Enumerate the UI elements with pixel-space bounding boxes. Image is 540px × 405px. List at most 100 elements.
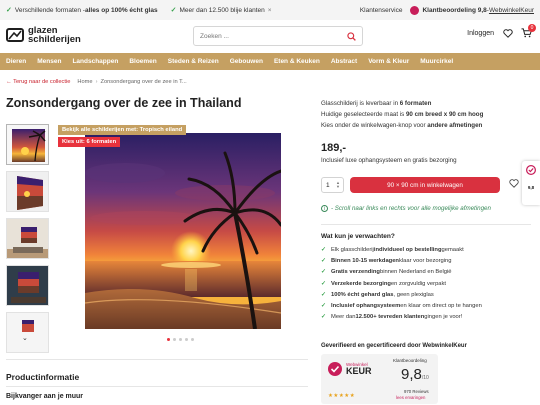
check-icon: ✓ (321, 303, 326, 310)
list-item-post: klaar voor bezorging (398, 257, 452, 264)
check-icon: ✓ (321, 269, 326, 276)
add-to-cart-button[interactable]: 90 × 90 cm in winkelwagen (350, 177, 500, 193)
list-item-post: binnen Nederland en België (379, 269, 452, 276)
usp-customers: ✓ Meer dan 12.500 blije klanten × (170, 6, 272, 15)
product-image[interactable] (85, 133, 281, 329)
star-rating-icon: ★★★★★ (328, 393, 356, 399)
format-line1-text: Glasschilderij is leverbaar in (321, 100, 400, 107)
thumbnail[interactable] (6, 124, 49, 165)
cart-button[interactable]: 0 (521, 24, 536, 38)
list-item-bold: individueel op bestelling (373, 246, 442, 253)
check-icon: ✓ (170, 7, 177, 14)
carousel-dot[interactable] (173, 338, 176, 341)
info-icon: i (321, 205, 328, 212)
carousel-dot[interactable] (167, 338, 170, 341)
product-info-heading[interactable]: Productinformatie (6, 372, 79, 382)
list-item-bold: 12.500+ tevreden klanten (355, 314, 425, 321)
heart-icon[interactable] (503, 28, 513, 38)
check-icon: ✓ (321, 257, 326, 264)
list-item-bold: 100% écht gehard glas (331, 291, 394, 298)
nav-item-steden-reizen[interactable]: Steden & Reizen (168, 58, 219, 65)
back-label: Terug naar de collectie (13, 79, 71, 85)
page-title: Zonsondergang over de zee in Thailand (6, 96, 242, 110)
webwinkelkeur-side-widget[interactable]: 9,8 (522, 161, 540, 205)
format-line3-text: Kies onder de winkelwagen-knop voor (321, 122, 428, 129)
nav-item-abstract[interactable]: Abstract (331, 58, 357, 65)
format-line1-bold: 6 formaten (399, 100, 432, 107)
webwinkelkeur-link[interactable]: WebwinkelKeur (489, 7, 534, 14)
nav-item-eten-keuken[interactable]: Eten & Keuken (274, 58, 320, 65)
wishlist-heart-icon[interactable] (509, 179, 519, 188)
carousel-dot[interactable] (179, 338, 182, 341)
search-icon[interactable] (347, 31, 356, 41)
certification-heading: Geverifieerd en gecertificeerd door Webw… (321, 343, 467, 349)
divider (6, 386, 308, 387)
back-to-collection-link[interactable]: ← Terug naar de collectie (6, 79, 70, 85)
list-item: ✓ Meer dan 12.500+ tevreden klanten ginge… (321, 312, 482, 323)
webwinkelkeur-logo: Webwinkel KEUR (327, 361, 372, 377)
logo-line2: schilderijen (28, 34, 81, 45)
site-header: glazen schilderijen Inloggen 0 (0, 20, 540, 52)
nav-item-bloemen[interactable]: Bloemen (129, 58, 156, 65)
collection-chip[interactable]: Bekijk alle schilderijen met: Tropisch e… (58, 125, 187, 135)
keur-brand-big: KEUR (346, 366, 372, 376)
nav-item-mensen[interactable]: Mensen (37, 58, 61, 65)
login-link[interactable]: Inloggen (467, 30, 494, 37)
rating-label: Klantbeoordeling 9,8 (422, 6, 487, 14)
list-item-post: gingen je voor! (424, 314, 463, 321)
side-widget-score: 9,8 (527, 185, 535, 190)
breadcrumb-home[interactable]: Home (77, 79, 92, 85)
thumbnail[interactable] (6, 218, 49, 259)
breadcrumb-current: Zonsondergang over de zee in T... (100, 79, 187, 85)
check-icon: ✓ (6, 7, 12, 14)
nav-item-dieren[interactable]: Dieren (6, 58, 26, 65)
webwinkelkeur-icon (410, 5, 420, 15)
list-item-post: en zorgvuldig verpakt (390, 280, 447, 287)
nav-item-muurcirkel[interactable]: Muurcirkel (420, 58, 453, 65)
product-info-subheading: Bijkvanger aan je muur (6, 393, 84, 400)
carousel-dot[interactable] (185, 338, 188, 341)
product-price: 189,- (321, 142, 347, 154)
search-bar[interactable] (193, 26, 363, 46)
list-item-post: gemaakt (441, 246, 464, 253)
divider (6, 359, 308, 360)
webwinkelkeur-widget[interactable]: Webwinkel KEUR ★★★★★ Klantbeoordeling 9,… (321, 354, 438, 404)
format-line2-bold: 90 cm breed x 90 cm hoog (405, 111, 484, 118)
keur-score-max: /10 (421, 375, 429, 381)
search-input[interactable] (200, 32, 347, 40)
nav-item-vorm-kleur[interactable]: Vorm & Kleur (368, 58, 409, 65)
breadcrumb-chevron-icon: › (95, 79, 98, 85)
format-line2-text: Huidige geselecteerde maat is (321, 111, 406, 118)
usp-formats-bold: alles op 100% écht glas (84, 6, 158, 14)
scroll-note-text: - Scroll naar links en rechts voor alle … (331, 205, 491, 212)
expectations-heading: Wat kun je verwachten? (321, 233, 395, 240)
check-icon: ✓ (321, 246, 326, 253)
quantity-select[interactable]: 1 ▲ ▼ (321, 177, 344, 193)
keur-reviews-link[interactable]: lees ervaringen (396, 395, 425, 400)
list-item-bold: Gratis verzending (331, 269, 380, 276)
thumbnail[interactable] (6, 312, 49, 353)
thumbnail[interactable] (6, 171, 49, 212)
usp-formats-text: Verschillende formaten - (14, 6, 85, 14)
list-item-post: en klaar om direct op te hangen (400, 303, 482, 310)
customer-service-link[interactable]: Klantenservice (360, 7, 403, 14)
nav-item-gebouwen[interactable]: Gebouwen (230, 58, 263, 65)
close-icon[interactable]: × (268, 7, 272, 14)
formats-chip[interactable]: Kies uit: 6 formaten (58, 137, 121, 147)
chevron-down-icon[interactable]: ⌄ (22, 334, 28, 342)
keur-badge-icon (328, 362, 342, 376)
thumbnail[interactable] (6, 265, 49, 306)
nav-item-landschappen[interactable]: Landschappen (72, 58, 118, 65)
top-usp-bar: ✓ Verschillende formaten - alles op 100%… (0, 0, 540, 20)
list-item: ✓ Gratis verzending binnen Nederland en B… (321, 267, 482, 278)
logo-icon (6, 28, 24, 42)
keur-reviews-count: 970 Reviews (404, 389, 429, 394)
site-logo[interactable]: glazen schilderijen (6, 26, 81, 44)
check-icon: ✓ (321, 314, 326, 321)
image-carousel-dots (167, 338, 197, 341)
keur-score: 9,8/10 (401, 366, 429, 383)
carousel-dot[interactable] (191, 338, 194, 341)
keur-rating-label: Klantbeoordeling (393, 358, 427, 363)
check-icon: ✓ (321, 280, 326, 287)
keur-badge-icon (526, 165, 536, 175)
